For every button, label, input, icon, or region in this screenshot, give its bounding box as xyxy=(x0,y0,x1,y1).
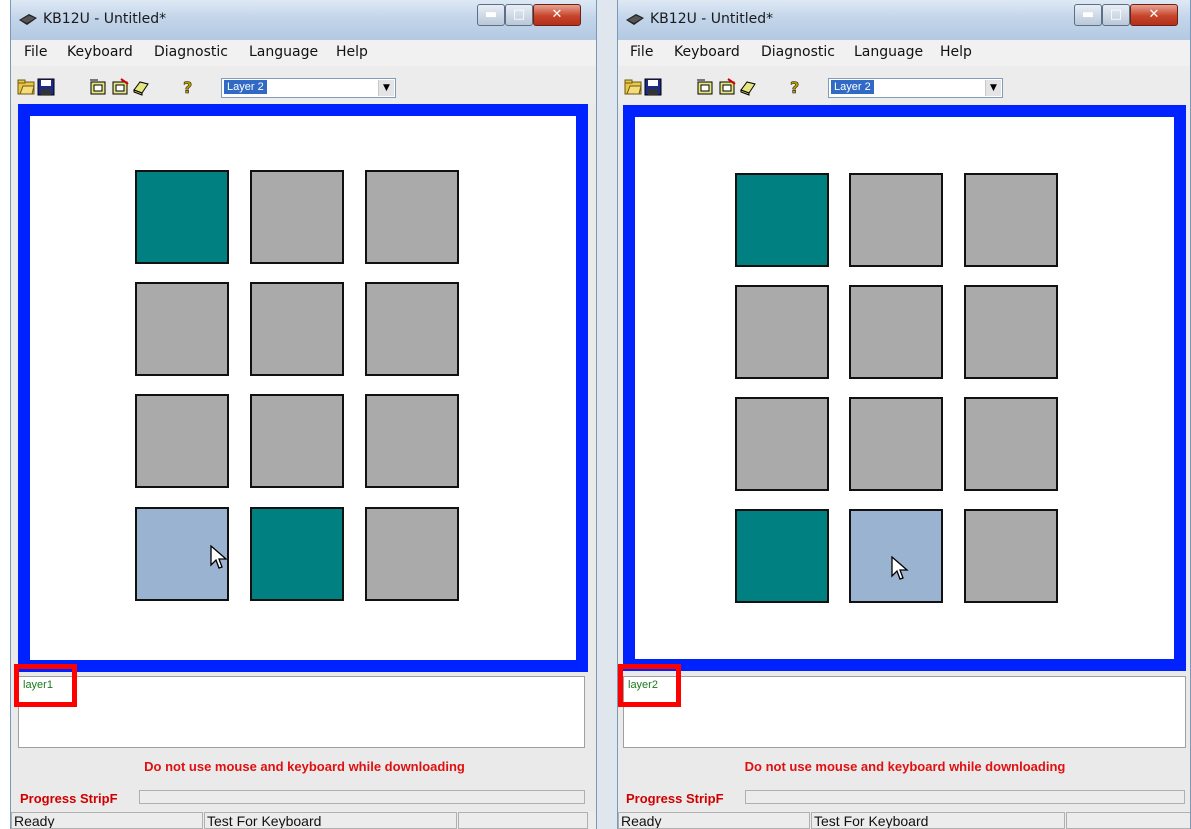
save-icon[interactable] xyxy=(37,78,55,96)
close-button[interactable]: ✕ xyxy=(1130,4,1178,26)
app-window-right: KB12U - Untitled* ▬ □ ✕ File Keyboard Di… xyxy=(617,0,1191,829)
svg-text:?: ? xyxy=(183,78,192,96)
minimize-button[interactable]: ▬ xyxy=(477,4,505,26)
status-ready: Ready xyxy=(11,812,203,829)
minimize-icon: ▬ xyxy=(1081,7,1095,22)
key-7[interactable] xyxy=(735,397,829,491)
close-icon: ✕ xyxy=(1148,7,1160,22)
save-icon[interactable] xyxy=(644,78,662,96)
read-keyboard-icon[interactable] xyxy=(696,78,714,96)
svg-text:?: ? xyxy=(790,78,799,96)
highlight-box xyxy=(618,664,681,707)
app-window-left: KB12U - Untitled* ▬ □ ✕ File Keyboard Di… xyxy=(10,0,597,829)
progress-bar xyxy=(139,790,585,804)
open-icon[interactable] xyxy=(17,78,35,96)
help-icon[interactable]: ? xyxy=(179,78,197,96)
menu-keyboard[interactable]: Keyboard xyxy=(67,44,133,60)
key-8[interactable] xyxy=(250,394,344,488)
menu-bar: File Keyboard Diagnostic Language Help xyxy=(618,40,1190,66)
status-mode: Test For Keyboard xyxy=(204,812,457,829)
key-11[interactable] xyxy=(250,507,344,601)
erase-icon[interactable] xyxy=(132,78,150,96)
status-mode: Test For Keyboard xyxy=(811,812,1065,829)
menu-keyboard[interactable]: Keyboard xyxy=(674,44,740,60)
layer-select[interactable]: Layer 2 ▼ xyxy=(221,78,396,98)
key-4[interactable] xyxy=(735,285,829,379)
window-title: KB12U - Untitled* xyxy=(650,11,774,27)
keyboard-canvas xyxy=(18,104,588,672)
download-warning: Do not use mouse and keyboard while down… xyxy=(744,759,1066,774)
maximize-button[interactable]: □ xyxy=(505,4,533,26)
open-icon[interactable] xyxy=(624,78,642,96)
keyboard-app-icon xyxy=(19,14,37,25)
menu-bar: File Keyboard Diagnostic Language Help xyxy=(11,40,596,66)
help-icon[interactable]: ? xyxy=(786,78,804,96)
progress-label: Progress StripF xyxy=(626,791,724,806)
mouse-cursor-icon xyxy=(891,556,909,580)
key-9[interactable] xyxy=(365,394,459,488)
chevron-down-icon[interactable]: ▼ xyxy=(985,80,1001,96)
status-extra xyxy=(458,812,588,829)
toolbar: ? Layer 2 ▼ xyxy=(618,66,1190,104)
minimize-button[interactable]: ▬ xyxy=(1074,4,1102,26)
status-extra xyxy=(1066,812,1190,829)
info-panel: layer1 xyxy=(18,676,585,748)
read-keyboard-icon[interactable] xyxy=(89,78,107,96)
maximize-button[interactable]: □ xyxy=(1102,4,1130,26)
layer-select-value: Layer 2 xyxy=(224,80,267,94)
progress-label: Progress StripF xyxy=(20,791,118,806)
status-ready: Ready xyxy=(618,812,810,829)
key-5[interactable] xyxy=(250,282,344,376)
toolbar: ? Layer 2 ▼ xyxy=(11,66,596,104)
layer-select-value: Layer 2 xyxy=(831,80,874,94)
write-keyboard-icon[interactable] xyxy=(718,78,736,96)
key-7[interactable] xyxy=(135,394,229,488)
status-bar: Ready Test For Keyboard xyxy=(618,811,1190,829)
chevron-down-icon[interactable]: ▼ xyxy=(378,80,394,96)
menu-file[interactable]: File xyxy=(24,44,47,60)
key-12[interactable] xyxy=(365,507,459,601)
key-1[interactable] xyxy=(135,170,229,264)
maximize-icon: □ xyxy=(1109,7,1123,22)
title-bar[interactable]: KB12U - Untitled* ▬ □ ✕ xyxy=(11,0,596,40)
menu-help[interactable]: Help xyxy=(336,44,368,60)
menu-diagnostic[interactable]: Diagnostic xyxy=(154,44,228,60)
menu-help[interactable]: Help xyxy=(940,44,972,60)
key-4[interactable] xyxy=(135,282,229,376)
layer-select[interactable]: Layer 2 ▼ xyxy=(828,78,1003,98)
key-6[interactable] xyxy=(365,282,459,376)
keyboard-canvas xyxy=(623,105,1186,671)
key-2[interactable] xyxy=(849,173,943,267)
window-title: KB12U - Untitled* xyxy=(43,11,167,27)
erase-icon[interactable] xyxy=(739,78,757,96)
key-3[interactable] xyxy=(964,173,1058,267)
menu-language[interactable]: Language xyxy=(249,44,318,60)
menu-file[interactable]: File xyxy=(630,44,653,60)
key-9[interactable] xyxy=(964,397,1058,491)
download-warning: Do not use mouse and keyboard while down… xyxy=(144,759,465,774)
write-keyboard-icon[interactable] xyxy=(111,78,129,96)
window-gap xyxy=(597,0,617,829)
key-5[interactable] xyxy=(849,285,943,379)
maximize-icon: □ xyxy=(512,7,526,22)
highlight-box xyxy=(14,664,77,707)
key-12[interactable] xyxy=(964,509,1058,603)
progress-bar xyxy=(745,790,1185,804)
mouse-cursor-icon xyxy=(210,545,228,569)
info-panel: layer2 xyxy=(623,676,1186,748)
close-icon: ✕ xyxy=(551,7,563,22)
title-bar[interactable]: KB12U - Untitled* ▬ □ ✕ xyxy=(618,0,1190,40)
key-8[interactable] xyxy=(849,397,943,491)
key-6[interactable] xyxy=(964,285,1058,379)
status-bar: Ready Test For Keyboard xyxy=(11,811,596,829)
minimize-icon: ▬ xyxy=(484,7,498,22)
key-3[interactable] xyxy=(365,170,459,264)
close-button[interactable]: ✕ xyxy=(533,4,581,26)
key-2[interactable] xyxy=(250,170,344,264)
key-10[interactable] xyxy=(735,509,829,603)
menu-language[interactable]: Language xyxy=(854,44,923,60)
key-1[interactable] xyxy=(735,173,829,267)
keyboard-app-icon xyxy=(626,14,644,25)
menu-diagnostic[interactable]: Diagnostic xyxy=(761,44,835,60)
